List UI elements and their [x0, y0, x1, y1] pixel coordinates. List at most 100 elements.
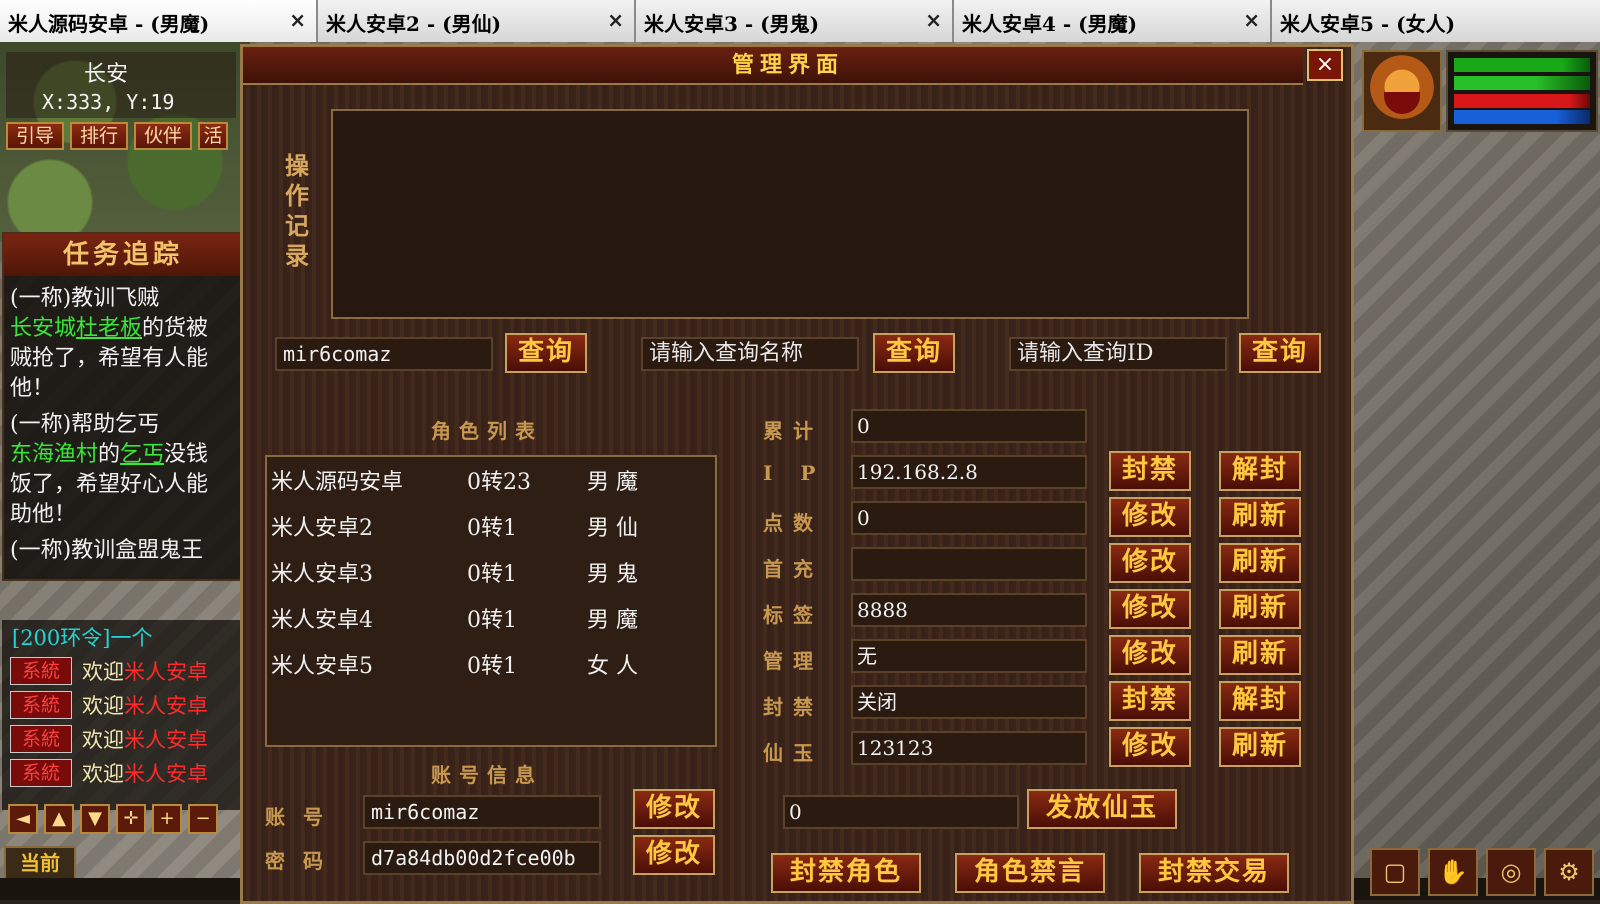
- activity-button[interactable]: 活: [198, 122, 228, 150]
- ban-button[interactable]: 封禁: [1109, 681, 1191, 721]
- tab-5[interactable]: 米人安卓5 - (女人): [1272, 0, 1600, 42]
- role-type: 女 人: [587, 654, 638, 679]
- chat-player-name[interactable]: 米人安卓: [124, 758, 208, 788]
- first-recharge-refresh-button[interactable]: 刷新: [1219, 543, 1301, 583]
- operation-log-label: 操作记录: [285, 151, 309, 270]
- tab-4[interactable]: 米人安卓4 - (男魔) ×: [954, 0, 1272, 42]
- tab-2[interactable]: 米人安卓2 - (男仙) ×: [318, 0, 636, 42]
- password-modify-button[interactable]: 修改: [633, 835, 715, 875]
- chat-player-name[interactable]: 米人安卓: [124, 690, 208, 720]
- system-icon[interactable]: ⚙: [1544, 848, 1594, 896]
- mute-role-button[interactable]: 角色禁言: [955, 853, 1105, 893]
- role-row[interactable]: 米人安卓3 0转1 男 鬼: [267, 549, 715, 595]
- ban-trade-button[interactable]: 封禁交易: [1139, 853, 1289, 893]
- role-row[interactable]: 米人安卓5 0转1 女 人: [267, 641, 715, 687]
- minus-icon[interactable]: −: [188, 804, 218, 834]
- guide-button[interactable]: 引导: [6, 122, 64, 150]
- chat-message: 欢迎: [82, 660, 124, 684]
- system-tag: 系統: [10, 759, 72, 787]
- close-icon[interactable]: ×: [1307, 49, 1343, 81]
- tag-field[interactable]: 8888: [851, 593, 1087, 627]
- first-recharge-field[interactable]: [851, 547, 1087, 581]
- left-arrow-icon[interactable]: ◄: [8, 804, 38, 834]
- ban-role-button[interactable]: 封禁角色: [771, 853, 921, 893]
- points-field[interactable]: 0: [851, 501, 1087, 535]
- admin-field[interactable]: 无: [851, 639, 1087, 673]
- role-type: 男 鬼: [587, 562, 638, 587]
- admin-modify-button[interactable]: 修改: [1109, 635, 1191, 675]
- password-field[interactable]: d7a84db00d2fce00b: [363, 841, 601, 875]
- close-icon[interactable]: ×: [607, 8, 624, 32]
- first-recharge-modify-button[interactable]: 修改: [1109, 543, 1191, 583]
- quest-npc-link[interactable]: 乞丐: [120, 442, 164, 467]
- partner-button[interactable]: 伙伴: [134, 122, 192, 150]
- account-info-title: 账号信息: [431, 763, 543, 787]
- close-icon[interactable]: ×: [1243, 8, 1260, 32]
- system-tag: 系統: [10, 657, 72, 685]
- ip-unban-button[interactable]: 解封: [1219, 451, 1301, 491]
- role-list: 米人源码安卓 0转23 男 魔 米人安卓2 0转1 男 仙 米人安卓3 0转1 …: [265, 455, 717, 747]
- unban-button[interactable]: 解封: [1219, 681, 1301, 721]
- up-arrow-icon[interactable]: ▲: [44, 804, 74, 834]
- name-query-button[interactable]: 查询: [873, 333, 955, 373]
- locate-icon[interactable]: ✛: [116, 804, 146, 834]
- quest-npc-link[interactable]: 杜老板: [76, 316, 142, 341]
- total-field[interactable]: 0: [851, 409, 1087, 443]
- quest-place-link[interactable]: 东海渔村: [10, 442, 98, 467]
- location-coords: X:333, Y:19: [42, 90, 175, 114]
- issue-jade-button[interactable]: 发放仙玉: [1027, 789, 1177, 829]
- jade-modify-button[interactable]: 修改: [1109, 727, 1191, 767]
- field-label-total: 累计: [763, 419, 823, 443]
- close-icon[interactable]: ×: [289, 8, 306, 32]
- current-channel-button[interactable]: 当前: [4, 846, 76, 882]
- jade-refresh-button[interactable]: 刷新: [1219, 727, 1301, 767]
- ban-field[interactable]: 关闭: [851, 685, 1087, 719]
- quest-text: 没钱: [164, 442, 209, 467]
- gourd-icon[interactable]: ◎: [1486, 848, 1536, 896]
- name-search-input[interactable]: 请输入查询名称: [641, 337, 859, 371]
- id-query-button[interactable]: 查询: [1239, 333, 1321, 373]
- operation-log-area[interactable]: [331, 109, 1249, 319]
- account-search-input[interactable]: mir6comaz: [275, 337, 493, 371]
- quest-list: (一称)教训飞贼 长安城杜老板的货被 贼抢了，希望有人能 他！ (一称)帮助乞丐…: [4, 276, 242, 574]
- chat-player-name[interactable]: 米人安卓: [124, 724, 208, 754]
- id-search-input[interactable]: 请输入查询ID: [1009, 337, 1227, 371]
- account-field[interactable]: mir6comaz: [363, 795, 601, 829]
- quest-place-link[interactable]: 长安城: [10, 316, 76, 341]
- points-modify-button[interactable]: 修改: [1109, 497, 1191, 537]
- quest-line: 长安城杜老板的货被: [10, 314, 236, 344]
- account-modify-button[interactable]: 修改: [633, 789, 715, 829]
- tab-1[interactable]: 米人源码安卓 - (男魔) ×: [0, 0, 318, 42]
- player-avatar[interactable]: [1362, 50, 1442, 132]
- tag-refresh-button[interactable]: 刷新: [1219, 589, 1301, 629]
- quest-text: 的: [98, 442, 121, 467]
- mp-bar: [1454, 94, 1590, 108]
- window-icon[interactable]: ▢: [1370, 848, 1420, 896]
- ring-order-text[interactable]: [200环令]一个: [2, 622, 152, 652]
- points-refresh-button[interactable]: 刷新: [1219, 497, 1301, 537]
- admin-refresh-button[interactable]: 刷新: [1219, 635, 1301, 675]
- role-type: 男 魔: [587, 470, 638, 495]
- ranking-button[interactable]: 排行: [70, 122, 128, 150]
- role-row[interactable]: 米人源码安卓 0转23 男 魔: [267, 457, 715, 503]
- ip-ban-button[interactable]: 封禁: [1109, 451, 1191, 491]
- tab-3[interactable]: 米人安卓3 - (男鬼) ×: [636, 0, 954, 42]
- plus-icon[interactable]: +: [152, 804, 182, 834]
- jade-amount-field[interactable]: 0: [783, 795, 1019, 829]
- dialog-title: 管理界面: [731, 52, 844, 78]
- chat-player-name[interactable]: 米人安卓: [124, 656, 208, 686]
- chat-message: 欢迎: [82, 762, 124, 786]
- account-query-button[interactable]: 查询: [505, 333, 587, 373]
- ip-field[interactable]: 192.168.2.8: [851, 455, 1087, 489]
- jade-field[interactable]: 123123: [851, 731, 1087, 765]
- hp-bar-secondary: [1454, 76, 1590, 90]
- close-icon[interactable]: ×: [925, 8, 942, 32]
- role-row[interactable]: 米人安卓4 0转1 男 魔: [267, 595, 715, 641]
- down-arrow-icon[interactable]: ▼: [80, 804, 110, 834]
- quest-text: 贼抢了，希望有人能: [10, 346, 209, 371]
- role-type: 男 魔: [587, 608, 638, 633]
- hp-bar: [1454, 58, 1590, 72]
- role-row[interactable]: 米人安卓2 0转1 男 仙: [267, 503, 715, 549]
- handshake-icon[interactable]: ✋: [1428, 848, 1478, 896]
- tag-modify-button[interactable]: 修改: [1109, 589, 1191, 629]
